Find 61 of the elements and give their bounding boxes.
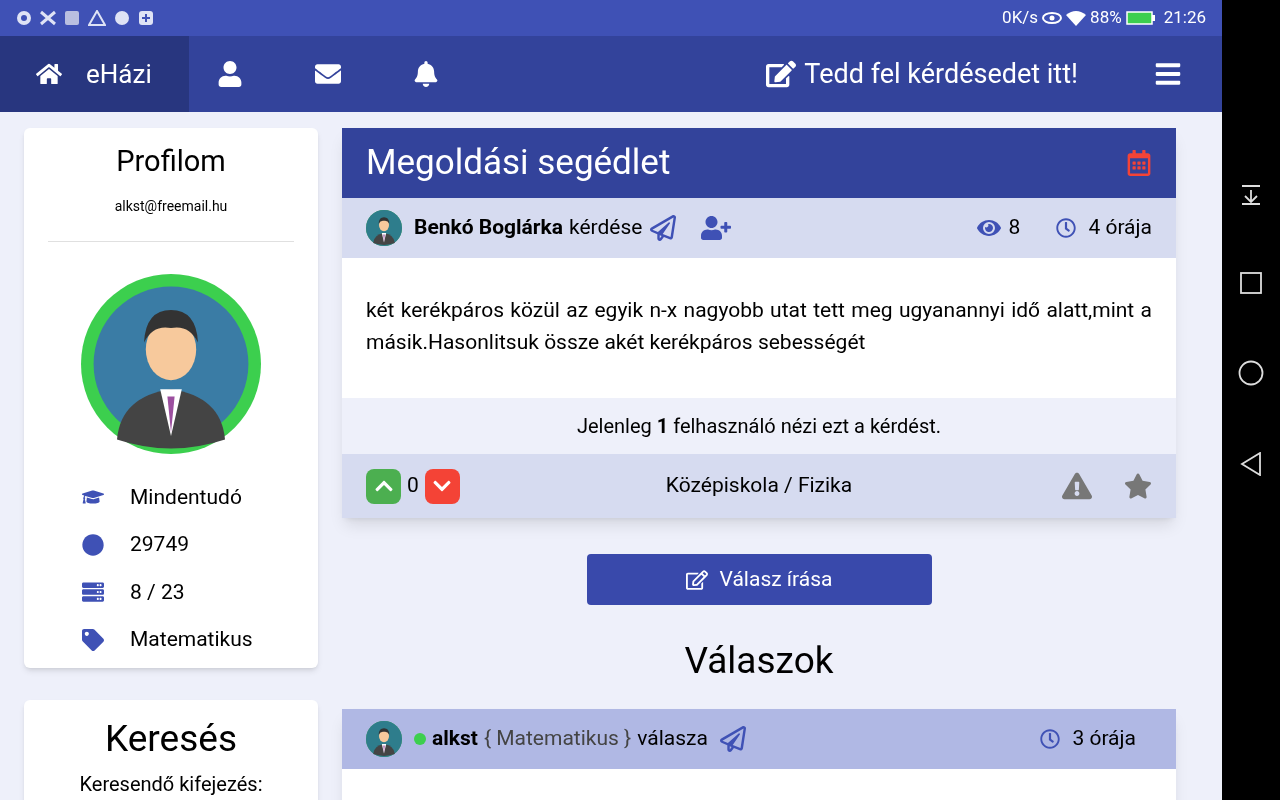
square-icon[interactable] (1240, 272, 1262, 294)
download-arrow-icon[interactable] (1240, 184, 1262, 206)
cross-icon (40, 10, 56, 26)
avatar-icon (366, 720, 402, 757)
plus-square-icon (138, 10, 154, 26)
envelope-icon (315, 61, 341, 87)
paper-plane-icon[interactable] (719, 725, 746, 752)
viewers-text: Jelenleg 1 felhasználó nézi ezt a kérdést. (576, 413, 942, 440)
search-title: Keresés (105, 715, 237, 762)
view-count: 8 (1008, 214, 1021, 242)
eye-icon (1042, 11, 1063, 25)
ask-question-button[interactable]: Tedd fel kérdésedet itt! (766, 53, 1078, 95)
menu-icon[interactable] (1154, 60, 1182, 88)
user-plus-icon[interactable] (700, 216, 733, 240)
author-suffix: kérdése (569, 214, 643, 242)
home-icon (36, 61, 62, 87)
question-time: 4 órája (1088, 214, 1152, 242)
profile-stat: Mindentudó (130, 483, 242, 511)
battery-icon (1125, 11, 1156, 25)
circle-icon[interactable] (1238, 360, 1264, 386)
server-icon (82, 581, 104, 604)
ring-icon (16, 10, 32, 26)
avatar-icon (366, 210, 402, 246)
star-icon[interactable] (1124, 472, 1152, 500)
bell-icon (413, 61, 439, 87)
circle-icon (82, 533, 104, 556)
warning-icon (88, 10, 106, 26)
network-speed: 0K/s (1002, 6, 1039, 30)
clock-icon (1040, 728, 1061, 749)
edit-icon (685, 568, 708, 591)
clock-icon (1056, 218, 1077, 238)
user-icon (217, 61, 243, 87)
profile-stat: 29749 (130, 531, 189, 558)
tag-icon (82, 628, 104, 651)
write-answer-button[interactable]: Válasz írása (586, 554, 932, 605)
category[interactable]: Középiskola / Fizika (566, 470, 952, 502)
profile-stat: 8 / 23 (130, 578, 185, 606)
warning-icon[interactable] (1062, 472, 1092, 500)
author-rank: { Matematikus } (483, 724, 632, 752)
search-label: Keresendő kifejezés: (79, 773, 263, 794)
edit-icon (766, 59, 797, 89)
upvote-button[interactable] (366, 468, 401, 504)
nav-tab[interactable]: eHázi (0, 36, 189, 112)
answer-time: 3 órája (1072, 724, 1136, 752)
clock: 21:26 (1163, 6, 1206, 30)
paper-plane-icon[interactable] (650, 215, 677, 241)
downvote-button[interactable] (424, 468, 460, 504)
profile-email: alkst@freemail.hu (114, 196, 228, 216)
answers-title: Válaszok (684, 638, 834, 684)
author-suffix: válasza (637, 724, 708, 752)
back-triangle-icon[interactable] (1240, 452, 1262, 476)
author-name[interactable]: alkst (432, 722, 478, 755)
profile-stat: Matematikus (130, 626, 253, 653)
author-name[interactable]: Benkó Boglárka (414, 212, 563, 244)
profile-title: Profilom (116, 143, 226, 180)
battery-percentage: 88% (1090, 6, 1122, 30)
question-title: Megoldási segédlet (366, 140, 672, 185)
square-icon (64, 10, 80, 26)
question-text: két kerékpáros közül az egyik n-x nagyobb utat tett meg ugyanannyi idő alatt,mint a másik.Hasonlitsuk össze akét kerékpáros sebességét (365, 297, 1153, 356)
wifi-icon (1066, 10, 1087, 26)
vote-score: 0 (407, 472, 419, 500)
